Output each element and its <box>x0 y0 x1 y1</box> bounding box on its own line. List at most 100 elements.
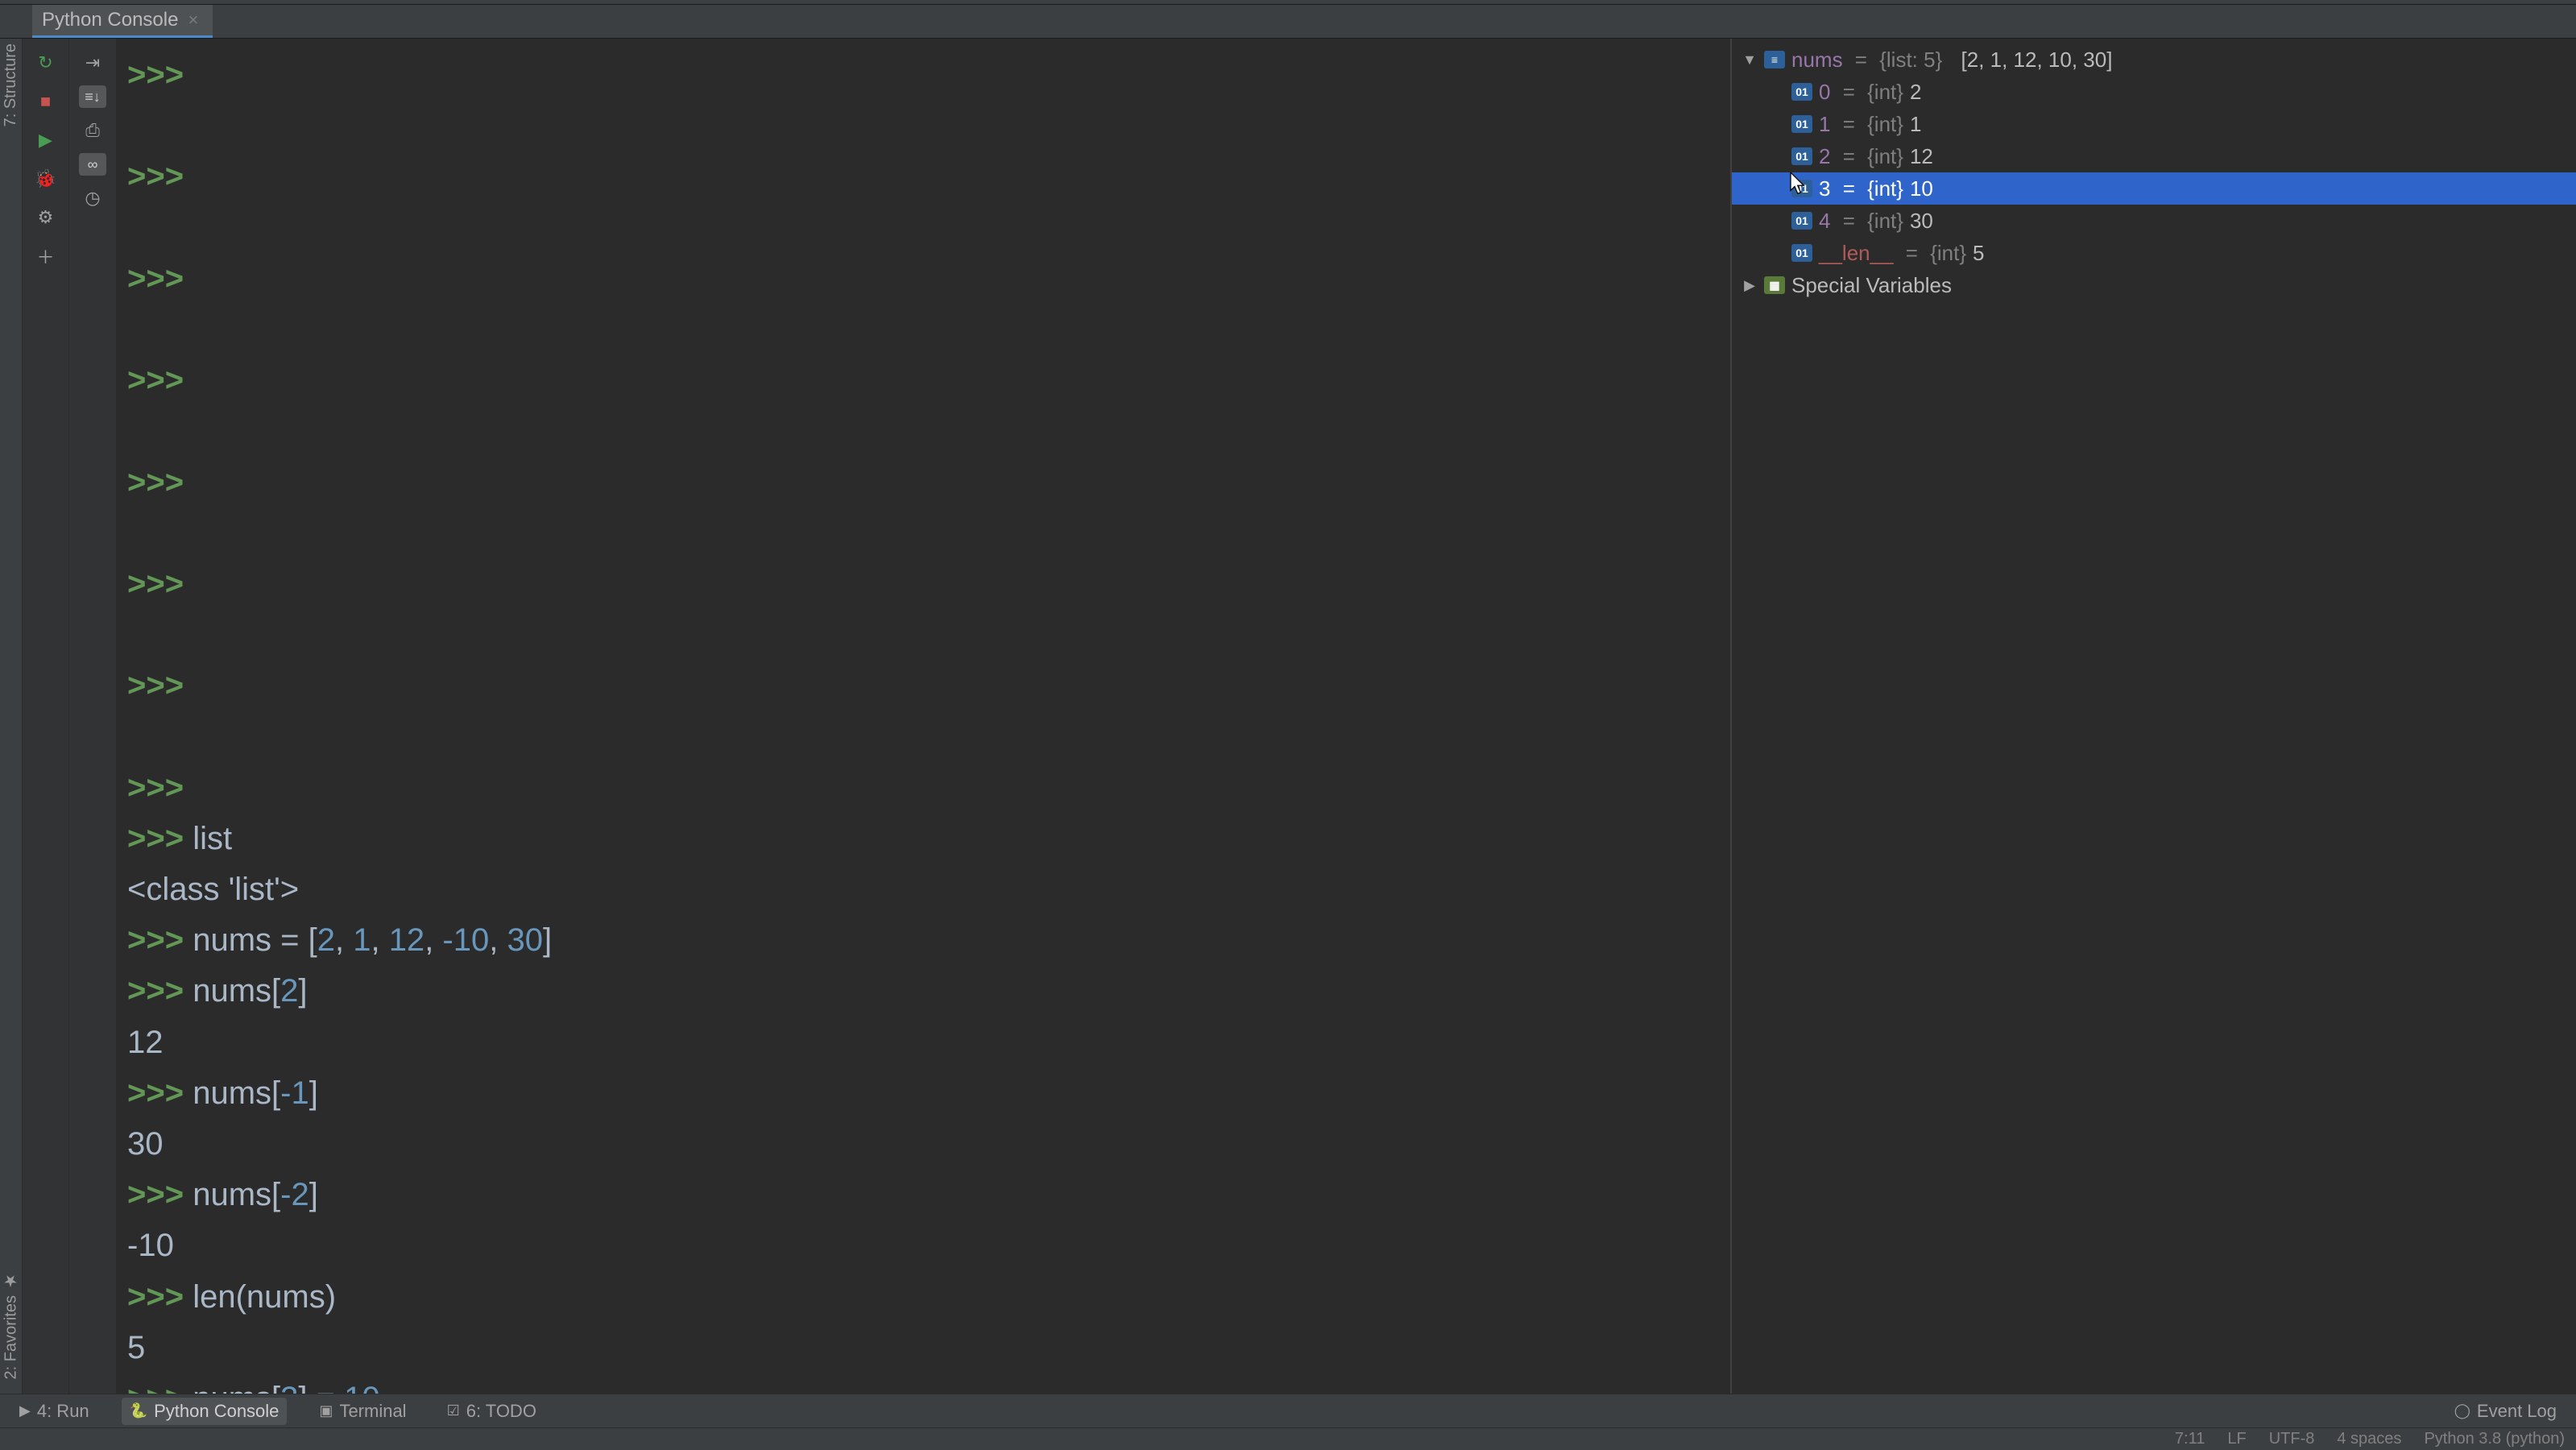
print-icon[interactable]: ⎙ <box>77 114 109 147</box>
var-value: 30 <box>1910 209 1933 234</box>
tab-python-console[interactable]: Python Console × <box>32 5 213 38</box>
console-line <box>127 101 1730 151</box>
console-line: 5 <box>127 1323 1730 1373</box>
console-line: >>> <box>127 355 1730 406</box>
console-line: >>> nums[-2] <box>127 1170 1730 1220</box>
special-vars-icon: ▦ <box>1764 276 1785 294</box>
int-type-icon: 01 <box>1791 180 1812 197</box>
variable-nums[interactable]: ▼ ≡ nums = {list: 5} [2, 1, 12, 10, 30] <box>1732 44 2576 76</box>
toolwindow-todo-tab[interactable]: ☑ 6: TODO <box>439 1398 545 1425</box>
terminal-tab-label: Terminal <box>339 1401 406 1422</box>
file-encoding[interactable]: UTF-8 <box>2269 1430 2315 1448</box>
special-variables-label: Special Variables <box>1791 273 1952 298</box>
gutter-col1: ↻ ■ ▶ 🐞 ⚙ ＋ <box>23 39 69 1394</box>
int-type-icon: 01 <box>1791 212 1812 230</box>
todo-icon: ☑ <box>447 1402 460 1419</box>
rerun-icon[interactable]: ↻ <box>30 47 62 79</box>
todo-tab-label: 6: TODO <box>466 1401 536 1422</box>
cursor-position[interactable]: 7:11 <box>2175 1430 2205 1448</box>
chevron-down-icon[interactable]: ▼ <box>1741 52 1758 68</box>
history-icon[interactable]: ◷ <box>77 182 109 214</box>
var-key: 0 <box>1819 80 1830 105</box>
python-interpreter[interactable]: Python 3.8 (python) <box>2424 1430 2565 1448</box>
bottom-toolwindow-bar: ▶ 4: Run 🐍 Python Console ▣ Terminal ☑ 6… <box>0 1394 2576 1427</box>
soft-wrap-icon[interactable]: ⇥ <box>77 47 109 79</box>
console-line: >>> <box>127 661 1730 711</box>
var-type: {int} <box>1867 80 1903 105</box>
variable-item[interactable]: 01 2 = {int} 12 <box>1732 140 2576 172</box>
int-type-icon: 01 <box>1791 83 1812 101</box>
left-toolwindow-strip: 7: Structure 2: Favorites ★ <box>0 39 23 1394</box>
console-line <box>127 508 1730 559</box>
var-type: {int} <box>1867 144 1903 169</box>
int-type-icon: 01 <box>1791 244 1812 262</box>
console-line: >>> <box>127 151 1730 202</box>
line-ending[interactable]: LF <box>2227 1430 2246 1448</box>
variable-item[interactable]: 01 3 = {int} 10 <box>1732 172 2576 205</box>
run-icon[interactable]: ▶ <box>30 124 62 156</box>
var-value: 1 <box>1910 112 1921 137</box>
debug-icon[interactable]: 🐞 <box>30 163 62 195</box>
list-type-icon: ≡ <box>1764 51 1785 68</box>
toolwindow-terminal-tab[interactable]: ▣ Terminal <box>311 1398 414 1425</box>
console-gutter: ↻ ■ ▶ 🐞 ⚙ ＋ ⇥ ≡↓ ⎙ ∞ ◷ <box>23 39 116 1394</box>
console-line: >>> <box>127 458 1730 508</box>
chevron-right-icon[interactable]: ▶ <box>1741 277 1758 294</box>
var-key: 2 <box>1819 144 1830 169</box>
var-type: {list: 5} <box>1879 48 1942 72</box>
indent-settings[interactable]: 4 spaces <box>2337 1430 2401 1448</box>
stop-icon[interactable]: ■ <box>30 85 62 118</box>
toolwindow-favorites-tab[interactable]: 2: Favorites ★ <box>2 1271 21 1379</box>
settings-icon[interactable]: ⚙ <box>30 201 62 234</box>
int-type-icon: 01 <box>1791 147 1812 165</box>
python-console-output[interactable]: >>> >>> >>> >>> >>> >>> >>> >>> >>> list… <box>116 39 1730 1394</box>
variable-item[interactable]: 01 4 = {int} 30 <box>1732 205 2576 237</box>
var-value: 12 <box>1910 144 1933 169</box>
console-line: >>> <box>127 50 1730 101</box>
event-log-icon: ◯ <box>2454 1402 2470 1419</box>
console-line: 30 <box>127 1119 1730 1170</box>
console-line: >>> <box>127 254 1730 304</box>
star-icon: ★ <box>2 1271 21 1290</box>
add-icon[interactable]: ＋ <box>30 240 62 272</box>
variables-panel: ▼ ≡ nums = {list: 5} [2, 1, 12, 10, 30] … <box>1730 39 2576 1394</box>
toolwindow-structure-tab[interactable]: 7: Structure <box>2 44 20 126</box>
toolwindow-run-tab[interactable]: ▶ 4: Run <box>11 1398 97 1425</box>
console-line: >>> nums[2] <box>127 966 1730 1017</box>
var-value: 5 <box>1973 241 1984 266</box>
var-type: {int} <box>1930 241 1966 266</box>
show-vars-icon[interactable]: ∞ <box>79 153 106 176</box>
console-line: <class 'list'> <box>127 864 1730 915</box>
close-icon[interactable]: × <box>188 10 198 31</box>
console-line: >>> len(nums) <box>127 1272 1730 1323</box>
python-console-tab-label: Python Console <box>154 1401 279 1422</box>
var-type: {int} <box>1867 112 1903 137</box>
event-log-label: Event Log <box>2477 1401 2557 1422</box>
console-line: >>> nums = [2, 1, 12, -10, 30] <box>127 915 1730 966</box>
variable-item[interactable]: 01 0 = {int} 2 <box>1732 76 2576 108</box>
variable-item[interactable]: 01 1 = {int} 1 <box>1732 108 2576 140</box>
console-line <box>127 610 1730 661</box>
console-line: >>> <box>127 763 1730 814</box>
scroll-to-end-icon[interactable]: ≡↓ <box>79 85 106 108</box>
python-icon: 🐍 <box>130 1402 147 1419</box>
run-tab-icon: ▶ <box>19 1402 31 1419</box>
special-variables-row[interactable]: ▶ ▦ Special Variables <box>1732 269 2576 301</box>
console-line <box>127 304 1730 355</box>
console-line: >>> nums[-1] <box>127 1068 1730 1119</box>
var-value: 10 <box>1910 176 1933 201</box>
var-value: 2 <box>1910 80 1921 105</box>
console-line: >>> nums[3] = 10 <box>127 1373 1730 1394</box>
console-line: >>> <box>127 559 1730 610</box>
variable-item[interactable]: 01 __len__ = {int} 5 <box>1732 237 2576 269</box>
var-key: __len__ <box>1819 241 1894 266</box>
var-value: [2, 1, 12, 10, 30] <box>1961 48 2113 72</box>
run-tab-label: 4: Run <box>37 1401 89 1422</box>
var-name: nums <box>1791 48 1843 72</box>
toolwindow-favorites-label: 2: Favorites <box>2 1295 20 1379</box>
editor-tab-bar: Python Console × <box>0 5 2576 39</box>
toolwindow-python-console-tab[interactable]: 🐍 Python Console <box>122 1398 288 1425</box>
event-log-button[interactable]: ◯ Event Log <box>2446 1398 2565 1425</box>
int-type-icon: 01 <box>1791 115 1812 133</box>
var-key: 4 <box>1819 209 1830 234</box>
